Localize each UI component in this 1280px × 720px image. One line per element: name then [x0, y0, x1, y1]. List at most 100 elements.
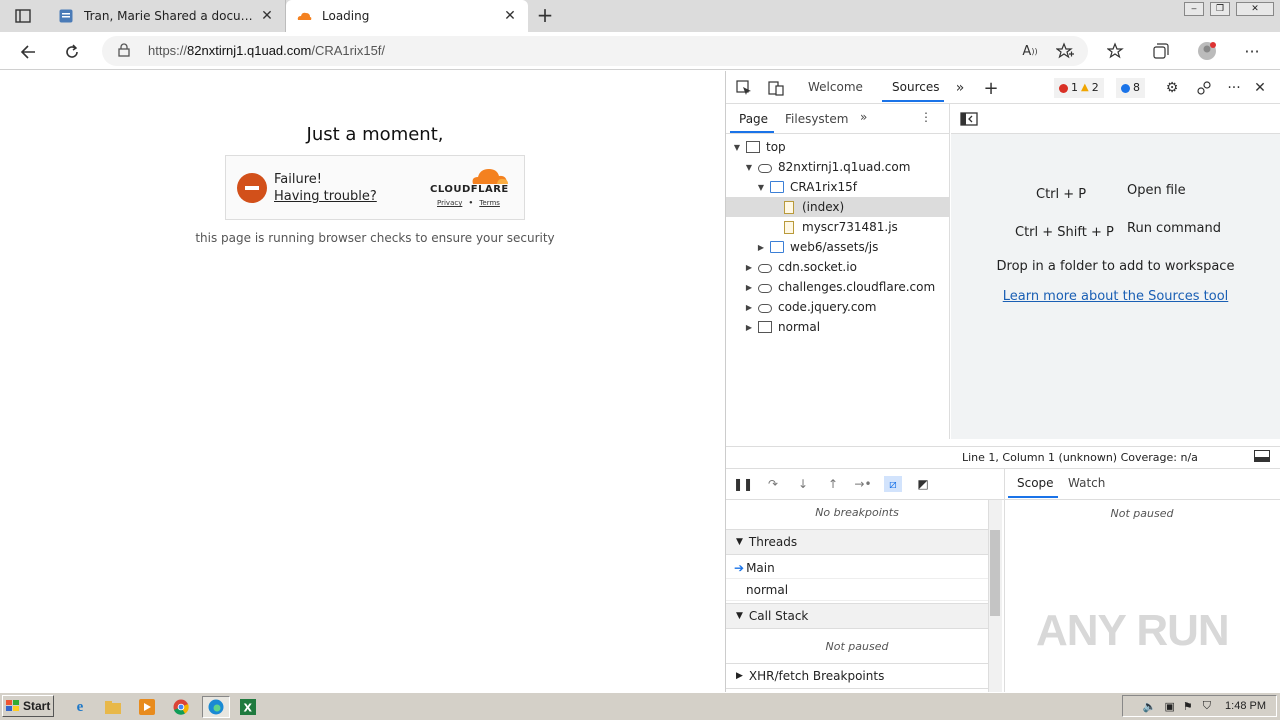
tab-scope[interactable]: Scope — [1017, 476, 1054, 490]
volume-icon[interactable]: 🔈 — [1143, 700, 1157, 713]
tab-welcome[interactable]: Welcome — [808, 80, 863, 94]
tree-item-domain[interactable]: ▼ 82nxtirnj1.q1uad.com — [726, 157, 950, 177]
tree-item-domain[interactable]: ▶ cdn.socket.io — [726, 257, 950, 277]
more-navigator-tabs-icon[interactable]: » — [860, 110, 867, 124]
minimize-icon[interactable]: ‒ — [1184, 2, 1204, 16]
tree-item-index[interactable]: (index) — [726, 197, 950, 217]
gear-icon[interactable]: ⚙ — [1162, 78, 1182, 98]
step-over-icon[interactable]: ↷ — [764, 476, 782, 492]
clock[interactable]: 1:48 PM — [1225, 700, 1266, 712]
learn-more-link[interactable]: Learn more about the Sources tool — [951, 289, 1280, 304]
tree-item-script[interactable]: myscr731481.js — [726, 217, 950, 237]
privacy-link[interactable]: Privacy — [437, 199, 462, 207]
scope-pane — [1004, 468, 1280, 692]
close-tab-icon[interactable]: ✕ — [502, 8, 518, 24]
read-aloud-icon[interactable]: A)) — [1019, 40, 1041, 62]
cloud-icon — [758, 284, 772, 293]
lock-icon[interactable] — [118, 43, 130, 60]
close-window-icon[interactable]: ✕ — [1236, 2, 1274, 16]
media-player-icon[interactable] — [136, 696, 158, 718]
error-count: 1 — [1071, 81, 1078, 94]
expand-arrow-icon: ▼ — [745, 162, 753, 172]
call-stack-section-header[interactable]: ▼ Call Stack — [726, 603, 988, 629]
url-text[interactable]: https://82nxtirnj1.q1uad.com/CRA1rix15f/ — [148, 43, 385, 58]
profile-avatar-icon[interactable] — [1196, 40, 1218, 62]
drop-folder-hint: Drop in a folder to add to workspace — [996, 259, 1235, 274]
refresh-icon[interactable] — [61, 41, 83, 63]
thread-item[interactable]: ➔ Main — [726, 557, 988, 579]
thread-item[interactable]: normal — [726, 579, 988, 601]
link-separator: • — [468, 199, 474, 207]
edge-icon[interactable] — [202, 696, 230, 718]
device-emulation-icon[interactable] — [766, 78, 786, 98]
connect-devices-icon[interactable] — [1194, 78, 1214, 98]
pause-on-exceptions-icon[interactable]: ◩ — [914, 476, 932, 492]
tab-page[interactable]: Page — [739, 112, 768, 126]
pause-icon[interactable]: ❚❚ — [733, 476, 753, 492]
more-tabs-chevron-icon[interactable]: » — [950, 78, 970, 98]
collections-icon[interactable] — [1150, 40, 1172, 62]
add-favorite-icon[interactable] — [1054, 40, 1076, 62]
tab-filesystem[interactable]: Filesystem — [785, 112, 848, 126]
collapse-arrow-icon: ▶ — [745, 322, 753, 332]
toggle-navigator-icon[interactable] — [960, 112, 978, 129]
terms-link[interactable]: Terms — [479, 199, 500, 207]
close-tab-icon[interactable]: ✕ — [259, 8, 275, 24]
messages-badge[interactable]: 8 — [1116, 78, 1145, 98]
cloudflare-favicon-icon — [296, 8, 312, 24]
internet-explorer-icon[interactable]: e — [69, 696, 91, 718]
threads-section-header[interactable]: ▼ Threads — [726, 529, 988, 555]
devtools-more-icon[interactable]: ··· — [1224, 78, 1244, 98]
add-tool-icon[interactable]: + — [981, 78, 1001, 99]
tree-item-folder[interactable]: ▼ CRA1rix15f — [726, 177, 950, 197]
tab-actions-icon[interactable] — [12, 6, 34, 26]
navigator-menu-icon[interactable]: ⋮ — [920, 110, 932, 124]
expand-arrow-icon: ▼ — [736, 537, 743, 547]
tree-label: web6/assets/js — [790, 240, 879, 254]
close-devtools-icon[interactable]: ✕ — [1250, 78, 1270, 98]
anyrun-watermark: ANY RUN — [1036, 606, 1230, 655]
start-label: Start — [23, 699, 51, 713]
tab-sources[interactable]: Sources — [892, 80, 939, 94]
tree-label: (index) — [802, 200, 845, 214]
shortcut-keys: Ctrl + P — [1036, 187, 1087, 202]
excel-icon[interactable]: X — [237, 696, 259, 718]
thread-label: Main — [746, 560, 775, 575]
flag-icon[interactable]: ⚑ — [1183, 700, 1193, 713]
current-thread-arrow-icon: ➔ — [734, 560, 745, 575]
favorites-icon[interactable] — [1105, 40, 1127, 62]
tree-item-domain[interactable]: ▶ challenges.cloudflare.com — [726, 277, 950, 297]
chrome-icon[interactable] — [170, 696, 192, 718]
xhr-breakpoints-section-header[interactable]: ▶ XHR/fetch Breakpoints — [726, 663, 988, 689]
tree-item-domain[interactable]: ▶ code.jquery.com — [726, 297, 950, 317]
issues-badge[interactable]: 1 ▲ 2 — [1054, 78, 1104, 98]
tree-label: normal — [778, 320, 821, 334]
editor-header — [951, 104, 1280, 134]
step-into-icon[interactable]: ↓ — [794, 476, 812, 492]
tab-document[interactable]: Tran, Marie Shared a document w ✕ — [48, 0, 286, 32]
file-explorer-icon[interactable] — [102, 696, 124, 718]
message-count: 8 — [1133, 81, 1140, 94]
tree-item-folder[interactable]: ▶ web6/assets/js — [726, 237, 950, 257]
having-trouble-link[interactable]: Having trouble? — [274, 189, 377, 204]
network-icon[interactable]: ▣ — [1165, 700, 1175, 713]
step-icon[interactable]: →• — [854, 476, 872, 492]
tab-watch[interactable]: Watch — [1068, 476, 1105, 490]
scrollbar-thumb[interactable] — [990, 530, 1000, 616]
restore-icon[interactable]: ❐ — [1210, 2, 1230, 16]
toggle-debugger-icon[interactable] — [1254, 450, 1270, 465]
deactivate-breakpoints-icon[interactable]: ⧄ — [884, 476, 902, 492]
inspect-element-icon[interactable] — [734, 78, 754, 98]
new-tab-icon[interactable]: + — [534, 5, 556, 27]
settings-more-icon[interactable]: ··· — [1241, 40, 1263, 62]
step-out-icon[interactable]: ↑ — [824, 476, 842, 492]
folder-icon — [770, 241, 784, 253]
system-tray: 🔈 ▣ ⚑ ⛉ 1:48 PM — [1122, 695, 1277, 717]
tree-item-top[interactable]: ▼ top — [726, 137, 950, 157]
security-icon[interactable]: ⛉ — [1203, 700, 1211, 713]
back-arrow-icon[interactable] — [17, 41, 39, 63]
no-breakpoints-text: No breakpoints — [815, 506, 899, 519]
start-button[interactable]: Start — [2, 695, 54, 717]
tab-loading[interactable]: Loading ✕ — [286, 0, 528, 32]
tree-item-frame[interactable]: ▶ normal — [726, 317, 950, 337]
